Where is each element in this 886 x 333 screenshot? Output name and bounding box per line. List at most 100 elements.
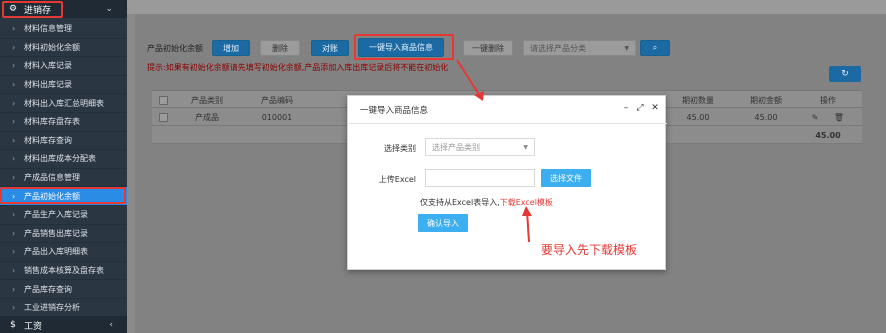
sidebar-item-industrial-analysis[interactable]: › 工业进销存分析 bbox=[0, 299, 127, 318]
top-bar bbox=[127, 0, 886, 14]
sidebar-item-label: 材料出库成本分配表 bbox=[24, 154, 96, 164]
sidebar-item-product-info[interactable]: › 产成品信息管理 bbox=[0, 169, 127, 188]
chevron-down-icon: ⌄ bbox=[105, 4, 113, 14]
choose-file-button[interactable]: 选择文件 bbox=[541, 169, 591, 187]
category-label: 选择类别 bbox=[384, 144, 416, 153]
trash-icon[interactable]: 🗑 bbox=[832, 108, 846, 126]
bulk-delete-button[interactable]: 一键删除 bbox=[463, 40, 513, 56]
import-note: 仅支持从Excel表导入,下载Excel模板 bbox=[420, 197, 553, 208]
product-category-placeholder: 选择产品类别 bbox=[432, 142, 480, 152]
sidebar-item-material-inbound[interactable]: › 材料入库记录 bbox=[0, 57, 127, 76]
sidebar-item-material-summary[interactable]: › 材料出入库汇总明细表 bbox=[0, 94, 127, 113]
sidebar-item-label: 工业进销存分析 bbox=[24, 303, 80, 313]
reconcile-button[interactable]: 对账 bbox=[311, 40, 349, 56]
sidebar-item-label: 材料出入库汇总明细表 bbox=[24, 98, 104, 108]
chevron-right-icon: › bbox=[12, 80, 16, 90]
chevron-right-icon: › bbox=[12, 98, 16, 108]
sidebar-item-material-cost-allocation[interactable]: › 材料出库成本分配表 bbox=[0, 150, 127, 169]
cell-code: 010001 bbox=[261, 112, 293, 122]
annotation-text: 要导入先下载模板 bbox=[541, 243, 638, 257]
sidebar-item-label: 材料出库记录 bbox=[24, 80, 72, 90]
select-all-checkbox[interactable] bbox=[156, 91, 170, 109]
sidebar-item-label: 产品销售出库记录 bbox=[24, 228, 88, 238]
chevron-right-icon: › bbox=[12, 154, 16, 164]
category-select-value: 请选择产品分类 bbox=[530, 43, 586, 53]
chevron-right-icon: › bbox=[12, 210, 16, 220]
maximize-icon[interactable]: ⤢ bbox=[634, 103, 646, 113]
cell-qty: 45.00 bbox=[686, 112, 710, 122]
sidebar-group-salary[interactable]: $ 工资 ‹ bbox=[0, 316, 127, 333]
sidebar-item-label: 材料库存盘存表 bbox=[24, 117, 80, 127]
delete-button[interactable]: 删除 bbox=[260, 40, 300, 56]
product-category-select[interactable]: 选择产品类别 ▼ bbox=[425, 138, 535, 156]
sidebar-item-product-production-inbound[interactable]: › 产品生产入库记录 bbox=[0, 206, 127, 225]
sidebar: ⚙ 进销存 ⌄ › 材料信息管理 › 材料初始化余额 › 材料入库记录 › 材料出库记录… bbox=[0, 0, 127, 333]
chevron-right-icon: › bbox=[12, 24, 16, 34]
sidebar-item-label: 产品生产入库记录 bbox=[24, 210, 88, 220]
column-header-code: 产品编码 bbox=[261, 95, 293, 105]
cell-category: 产成品 bbox=[195, 112, 219, 122]
edit-icon[interactable]: ✎ bbox=[808, 108, 822, 126]
sidebar-item-product-sales-outbound[interactable]: › 产品销售出库记录 bbox=[0, 225, 127, 244]
chevron-left-icon: ‹ bbox=[109, 320, 113, 330]
download-template-link[interactable]: 下载Excel模板 bbox=[500, 198, 553, 207]
sidebar-item-product-inout-detail[interactable]: › 产品出入库明细表 bbox=[0, 243, 127, 262]
row-checkbox[interactable] bbox=[156, 108, 170, 126]
chevron-right-icon: › bbox=[12, 284, 16, 294]
chevron-right-icon: › bbox=[12, 173, 16, 183]
hint-text: 提示:如果有初始化余额请先填写初始化余额,产品添加入库出库记录后将不能在初始化 bbox=[147, 63, 449, 72]
close-icon[interactable]: ✕ bbox=[649, 103, 661, 113]
column-header-qty: 期初数量 bbox=[682, 95, 714, 105]
sidebar-item-label: 材料入库记录 bbox=[24, 61, 72, 71]
sidebar-item-label: 材料库存查询 bbox=[24, 135, 72, 145]
chevron-right-icon: › bbox=[12, 42, 16, 52]
chevron-right-icon: › bbox=[12, 61, 16, 71]
sidebar-item-material-stocktake[interactable]: › 材料库存盘存表 bbox=[0, 113, 127, 132]
add-button[interactable]: 增加 bbox=[212, 40, 250, 56]
upload-label: 上传Excel bbox=[378, 175, 416, 184]
sidebar-item-material-outbound[interactable]: › 材料出库记录 bbox=[0, 76, 127, 95]
sidebar-item-label: 材料初始化余额 bbox=[24, 42, 80, 52]
dialog-title: 一键导入商品信息 bbox=[360, 105, 429, 116]
highlight-box-import bbox=[354, 34, 454, 60]
highlight-box-inventory bbox=[2, 1, 63, 18]
column-header-actions: 操作 bbox=[820, 95, 836, 105]
sidebar-item-sales-cost[interactable]: › 销售成本核算及盘存表 bbox=[0, 262, 127, 281]
sidebar-group-label: 工资 bbox=[24, 321, 43, 332]
sidebar-item-label: 产品出入库明细表 bbox=[24, 247, 88, 257]
sidebar-item-material-info[interactable]: › 材料信息管理 bbox=[0, 20, 127, 39]
chevron-right-icon: › bbox=[12, 117, 16, 127]
sidebar-item-material-stock-query[interactable]: › 材料库存查询 bbox=[0, 132, 127, 151]
column-header-amount: 期初金额 bbox=[750, 95, 782, 105]
chevron-right-icon: › bbox=[12, 303, 16, 313]
sidebar-item-material-initial-balance[interactable]: › 材料初始化余额 bbox=[0, 39, 127, 58]
page-title: 产品初始化余额 bbox=[147, 44, 203, 53]
search-button[interactable]: ⌕ bbox=[640, 40, 670, 56]
chevron-down-icon: ▼ bbox=[624, 45, 629, 52]
search-icon: ⌕ bbox=[652, 43, 658, 52]
sidebar-item-label: 产品库存查询 bbox=[24, 284, 72, 294]
total-amount: 45.00 bbox=[815, 130, 841, 140]
minimize-icon[interactable]: – bbox=[620, 103, 632, 113]
chevron-right-icon: › bbox=[12, 266, 16, 276]
dollar-icon: $ bbox=[10, 320, 16, 330]
chevron-right-icon: › bbox=[12, 247, 16, 257]
sidebar-list: › 材料信息管理 › 材料初始化余额 › 材料入库记录 › 材料出库记录 › 材料出入库汇… bbox=[0, 20, 127, 318]
chevron-right-icon: › bbox=[12, 135, 16, 145]
confirm-import-button[interactable]: 确认导入 bbox=[418, 214, 468, 232]
file-path-input[interactable] bbox=[425, 169, 535, 187]
sidebar-item-label: 产成品信息管理 bbox=[24, 173, 80, 183]
chevron-right-icon: › bbox=[12, 228, 16, 238]
highlight-box-active-item bbox=[0, 187, 126, 204]
sidebar-item-label: 材料信息管理 bbox=[24, 24, 72, 34]
sidebar-item-product-stock-query[interactable]: › 产品库存查询 bbox=[0, 280, 127, 299]
category-select[interactable]: 请选择产品分类 ▼ bbox=[523, 40, 636, 56]
cell-amount: 45.00 bbox=[754, 112, 778, 122]
sidebar-item-label: 销售成本核算及盘存表 bbox=[24, 266, 104, 276]
refresh-icon: ↻ bbox=[841, 69, 849, 79]
chevron-down-icon: ▼ bbox=[523, 144, 528, 151]
refresh-button[interactable]: ↻ bbox=[829, 66, 861, 82]
import-note-text: 仅支持从Excel表导入, bbox=[420, 198, 500, 207]
column-header-category: 产品类别 bbox=[191, 95, 223, 105]
dialog-header: 一键导入商品信息 – ⤢ ✕ bbox=[348, 96, 667, 124]
